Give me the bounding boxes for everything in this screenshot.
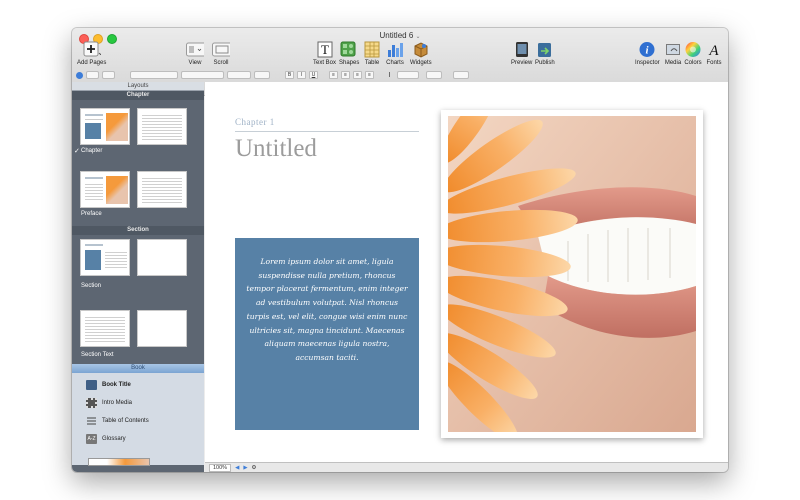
view-button[interactable]: View — [186, 41, 204, 66]
layout-thumbnail — [137, 310, 187, 347]
media-button[interactable]: Media — [664, 41, 682, 66]
layout-thumbnail — [80, 171, 130, 208]
app-window: Untitled 6 ⌄ Add Pages View Scroll T Tex… — [72, 28, 728, 472]
text-color-well[interactable] — [254, 71, 270, 79]
gear-icon[interactable]: ⚙ — [252, 465, 257, 471]
widgets-box-icon — [412, 41, 430, 58]
info-icon: i — [638, 41, 656, 58]
layout-thumbnail — [80, 239, 130, 276]
table-icon — [363, 41, 381, 58]
book-item-intro-media[interactable]: Intro Media — [72, 394, 204, 412]
layouts-header: Layouts — [72, 82, 204, 91]
fonts-button[interactable]: A Fonts — [705, 41, 723, 66]
svg-text:T: T — [321, 42, 329, 57]
plus-icon — [83, 41, 101, 58]
charts-button[interactable]: Charts — [386, 41, 404, 66]
text-box-icon: T — [316, 41, 334, 58]
font-family-select[interactable] — [130, 71, 178, 79]
page-strip-thumbnail[interactable] — [88, 458, 150, 466]
view-icon — [186, 41, 204, 58]
layout-section-text[interactable]: Section Text — [72, 298, 204, 361]
tablet-icon — [513, 41, 531, 58]
layout-thumbnail — [137, 108, 187, 145]
italic-icon[interactable]: I — [297, 71, 306, 79]
layout-section[interactable]: Section — [72, 235, 204, 298]
color-wheel-icon — [684, 41, 702, 58]
media-icon — [664, 41, 682, 58]
bold-icon[interactable]: B — [285, 71, 294, 79]
align-right-icon[interactable]: ≡ — [353, 71, 362, 79]
book-item-glossary[interactable]: A-Z Glossary — [72, 430, 204, 448]
film-icon — [86, 398, 97, 408]
layout-preface[interactable]: Preface — [72, 163, 204, 226]
line-spacing-icon[interactable]: I — [385, 71, 394, 79]
status-bar: 100% ◀ ▶ ⚙ — [205, 462, 728, 472]
layout-chapter[interactable]: ✓ Chapter — [72, 100, 204, 163]
underline-icon[interactable]: U — [309, 71, 318, 79]
text-box-button[interactable]: T Text Box — [313, 41, 336, 66]
page-title[interactable]: Untitled — [235, 135, 317, 163]
paragraph-style-select[interactable] — [86, 71, 99, 79]
align-left-icon[interactable]: ≡ — [329, 71, 338, 79]
book-icon — [86, 380, 97, 390]
book-header: Book — [72, 364, 204, 373]
layout-thumbnail — [80, 108, 130, 145]
page-canvas[interactable]: Chapter 1 Untitled Lorem ipsum dolor sit… — [205, 82, 728, 462]
scroll-icon — [212, 41, 230, 58]
glossary-icon: A-Z — [86, 434, 97, 444]
publish-button[interactable]: Publish — [535, 41, 555, 66]
chapter-label[interactable]: Chapter 1 — [235, 117, 275, 127]
table-button[interactable]: Table — [363, 41, 381, 66]
list-icon — [86, 416, 97, 426]
layout-label: Section — [81, 283, 102, 289]
chevron-down-icon[interactable]: ⌄ — [416, 34, 421, 40]
window-title: Untitled 6 ⌄ — [379, 31, 421, 40]
format-bar: B I U ≡ ≡ ≡ ≡ I — [72, 68, 728, 82]
add-pages-button[interactable]: Add Pages — [77, 41, 106, 66]
colors-button[interactable]: Colors — [684, 41, 702, 66]
layout-label: Preface — [81, 211, 102, 217]
font-typeface-select[interactable] — [181, 71, 224, 79]
checkmark-icon: ✓ — [74, 148, 80, 155]
layout-thumbnail — [137, 171, 187, 208]
shapes-icon — [340, 41, 358, 58]
layout-thumbnail — [137, 239, 187, 276]
columns-select[interactable] — [426, 71, 442, 79]
shapes-button[interactable]: Shapes — [339, 41, 359, 66]
style-icon[interactable] — [76, 71, 83, 79]
section-header-chapter: Chapter — [72, 91, 204, 100]
svg-text:A: A — [708, 43, 719, 58]
layout-label: Section Text — [81, 352, 114, 358]
line-spacing-select[interactable] — [397, 71, 419, 79]
layout-label: Chapter — [81, 148, 103, 154]
body-text-box[interactable]: Lorem ipsum dolor sit amet, ligula suspe… — [235, 238, 419, 430]
layout-thumbnail — [80, 310, 130, 347]
section-header-section: Section — [72, 226, 204, 235]
font-size-field[interactable] — [227, 71, 251, 79]
inspector-button[interactable]: i Inspector — [635, 41, 660, 66]
photo-frame[interactable] — [441, 110, 703, 438]
scroll-button[interactable]: Scroll — [212, 41, 230, 66]
list-style-select[interactable] — [453, 71, 469, 79]
align-center-icon[interactable]: ≡ — [341, 71, 350, 79]
book-item-table-of-contents[interactable]: Table of Contents — [72, 412, 204, 430]
book-pane: Book Book Title Intro Media Table of Con… — [72, 364, 204, 466]
character-style-select[interactable] — [102, 71, 115, 79]
widgets-button[interactable]: Widgets — [410, 41, 432, 66]
smile-flower-photo — [448, 116, 696, 432]
publish-icon — [536, 41, 554, 58]
justify-icon[interactable]: ≡ — [365, 71, 374, 79]
preview-button[interactable]: Preview — [511, 41, 532, 66]
zoom-select[interactable]: 100% — [209, 463, 232, 472]
chapter-rule — [235, 131, 419, 132]
next-page-icon[interactable]: ▶ — [243, 465, 247, 471]
bar-chart-icon — [386, 41, 404, 58]
previous-page-icon[interactable]: ◀ — [235, 465, 239, 471]
font-icon: A — [705, 41, 723, 58]
book-item-book-title[interactable]: Book Title — [72, 376, 204, 394]
